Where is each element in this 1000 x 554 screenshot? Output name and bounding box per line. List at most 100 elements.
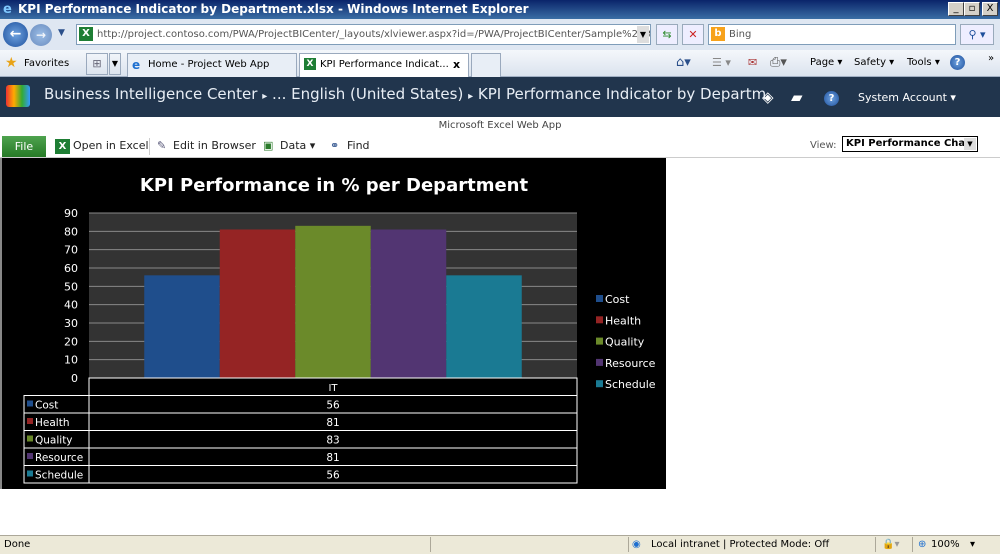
legend-label: Resource [605,357,656,370]
chart-container: KPI Performance in % per Department 0 10 20… [2,158,666,489]
table-value: 83 [326,435,339,447]
quick-tabs-icon[interactable]: ⊞ [86,53,108,75]
zoom-dropdown[interactable]: ▾ [970,536,975,554]
tab-list-dropdown[interactable]: ▼ [109,53,121,75]
table-row-label: Quality [35,435,73,447]
mail-icon[interactable]: ✉ [748,56,757,69]
app-title: Microsoft Excel Web App [438,120,562,131]
y-tick-label: 30 [64,317,78,330]
bar-cost [144,275,220,378]
ie-page-icon: e [132,58,141,72]
breadcrumb-site[interactable]: Business Intelligence Center [44,85,257,103]
data-icon: ▣ [263,139,274,152]
new-tab-button[interactable] [471,53,501,77]
minimize-button[interactable]: _ [948,2,964,16]
excel-tab-icon: X [304,58,316,70]
table-swatch [27,453,33,459]
ie-logo-icon: e [3,2,12,17]
back-button[interactable]: ← [3,22,28,47]
lock-icon[interactable]: 🔒▾ [882,536,899,554]
chart-title: KPI Performance in % per Department [140,175,529,196]
notes-icon[interactable]: ▰ [791,88,803,106]
security-zone[interactable]: Local intranet | Protected Mode: Off [651,536,829,554]
table-row-label: Cost [35,400,58,412]
legend-label: Health [605,314,641,327]
view-value: KPI Performance Chart [846,138,975,149]
star-icon: ★ [5,55,18,71]
y-tick-label: 10 [64,354,78,367]
user-menu[interactable]: System Account ▾ [858,91,956,104]
kpi-chart: KPI Performance in % per Department 0 10 20… [23,175,656,484]
table-row-label: Schedule [35,470,83,482]
binoculars-icon: ⚭ [330,139,340,152]
y-tick-label: 50 [64,280,78,293]
address-bar[interactable]: http://project.contoso.com/PWA/ProjectBI… [76,24,651,45]
table-swatch [27,400,33,407]
search-input[interactable]: Bing [708,24,956,45]
find-button[interactable]: Find [347,139,370,153]
history-dropdown[interactable]: ▼ [58,28,65,38]
sharepoint-header: Business Intelligence Center ▸ ... Engli… [0,77,1000,117]
stop-button[interactable]: ✕ [682,24,704,45]
more-commands[interactable]: » [988,52,994,66]
table-row-label: Health [35,417,69,429]
close-window-button[interactable]: X [982,2,998,16]
edit-in-browser-button[interactable]: Edit in Browser [173,139,256,153]
tab-kpi-performance[interactable]: KPI Performance Indicat... [299,53,469,77]
table-swatch [27,418,33,424]
y-tick-label: 70 [64,244,78,257]
favorites-button[interactable]: Favorites [24,57,69,71]
legend-swatch [596,295,603,302]
tab-home-project-web-app[interactable]: Home - Project Web App [127,53,297,77]
table-value: 81 [326,417,339,429]
feeds-icon[interactable]: ☰ ▾ [712,56,731,69]
help-icon[interactable]: ? [950,55,965,70]
tools-menu[interactable]: Tools ▾ [907,56,940,70]
y-tick-label: 20 [64,335,78,348]
status-divider [628,537,629,552]
legend-swatch [596,358,603,366]
chevron-down-icon[interactable]: ▼ [964,138,976,150]
edit-icon: ✎ [157,139,167,152]
zoom-level[interactable]: 100% [931,536,960,554]
close-tab-button[interactable]: x [453,58,460,71]
page-menu[interactable]: Page ▾ [810,56,842,70]
home-icon[interactable]: ⌂▾ [676,55,691,70]
table-category-label: IT [328,383,338,394]
data-menu[interactable]: Data ▾ [280,139,315,153]
breadcrumb: Business Intelligence Center ▸ ... Engli… [44,85,766,103]
zoom-icon: ⊕ [918,539,927,550]
legend-swatch [596,337,603,345]
bar-health [219,229,296,378]
table-swatch [27,470,33,477]
legend-label: Schedule [605,378,656,391]
breadcrumb-document: KPI Performance Indicator by Departm [477,85,767,103]
tag-icon[interactable]: ◈ [762,88,774,106]
search-button[interactable]: ⚲ ▾ [960,24,994,45]
print-icon[interactable]: ⎙▾ [770,55,787,70]
table-value: 81 [326,452,339,464]
table-value: 56 [326,400,340,412]
safety-menu[interactable]: Safety ▾ [854,56,894,70]
maximize-button[interactable]: ▫ [964,2,980,16]
breadcrumb-separator: ▸ [468,91,474,102]
forward-button[interactable]: → [30,24,52,46]
excel-icon: X [55,139,70,154]
bar-schedule [446,275,522,378]
address-dropdown[interactable]: ▼ [637,26,649,43]
view-select[interactable]: KPI Performance Chart ▼ [842,136,978,152]
tab-label: Home - Project Web App [148,59,270,70]
refresh-button[interactable]: ⇆ [656,24,678,45]
file-button[interactable]: File [2,136,46,157]
table-row-label: Resource [35,452,83,464]
bar-quality [295,225,371,378]
sheet-border [0,158,2,489]
y-tick-label: 0 [71,372,78,385]
legend-swatch [596,316,603,324]
breadcrumb-library[interactable]: ... English (United States) [272,85,463,103]
open-in-excel-button[interactable]: Open in Excel [73,139,149,153]
table-swatch [27,435,33,442]
status-bar: Done ◉ Local intranet | Protected Mode: … [0,535,1000,554]
status-divider [430,537,431,552]
sharepoint-help-icon[interactable]: ? [824,91,839,106]
